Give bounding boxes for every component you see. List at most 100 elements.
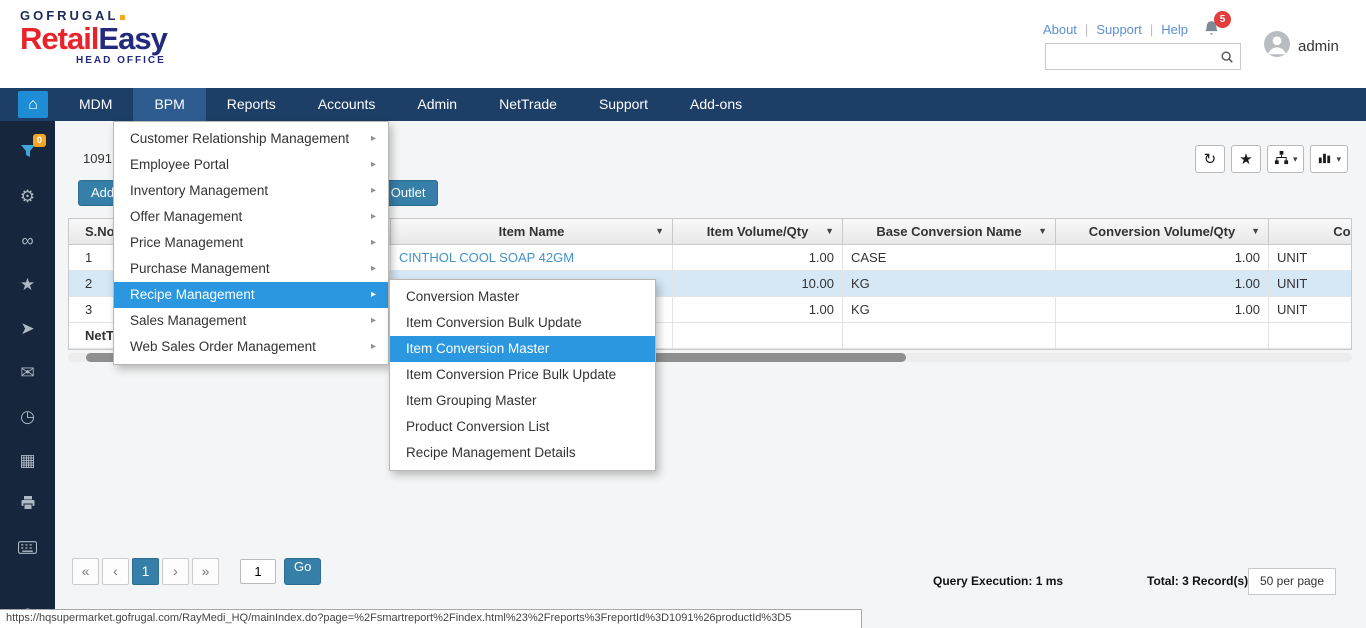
nav-item-accounts[interactable]: Accounts bbox=[297, 88, 397, 121]
table-cell: UNIT bbox=[1269, 271, 1351, 296]
sidebar-mail-button[interactable]: ✉ bbox=[0, 351, 55, 395]
home-button[interactable]: ⌂ bbox=[18, 91, 48, 118]
column-header-item-name[interactable]: Item Name ▼ bbox=[391, 219, 673, 244]
nav-item-mdm[interactable]: MDM bbox=[58, 88, 133, 121]
search-icon[interactable] bbox=[1220, 50, 1234, 69]
submenu-item-item-conversion-bulk-update[interactable]: Item Conversion Bulk Update bbox=[390, 310, 655, 336]
sidebar-star-button[interactable]: ★ bbox=[0, 263, 55, 307]
notification-bell[interactable]: 5 bbox=[1203, 11, 1231, 42]
column-filter-caret-icon[interactable]: ▼ bbox=[1038, 219, 1047, 244]
submenu-item-item-conversion-price-bulk-update[interactable]: Item Conversion Price Bulk Update bbox=[390, 362, 655, 388]
column-header-label: Base Conversion Name bbox=[876, 224, 1022, 239]
sidebar-gear-button[interactable]: ⚙ bbox=[0, 175, 55, 219]
refresh-icon: ↻ bbox=[1203, 151, 1217, 168]
submenu-item-recipe-management-details[interactable]: Recipe Management Details bbox=[390, 440, 655, 466]
sidebar-report-button[interactable]: ▦ bbox=[0, 439, 55, 483]
main-navbar: ⌂ MDM BPM Reports Accounts Admin NetTrade Supp… bbox=[0, 88, 1366, 121]
submenu-arrow-icon: ▸ bbox=[370, 185, 376, 196]
submenu-item-product-conversion-list[interactable]: Product Conversion List bbox=[390, 414, 655, 440]
goto-page-input[interactable] bbox=[240, 559, 276, 584]
page-1-button[interactable]: 1 bbox=[132, 558, 159, 585]
sidebar-keyboard-button[interactable] bbox=[0, 527, 55, 571]
net-total-cell bbox=[1269, 323, 1351, 348]
column-header-label: Item Name bbox=[498, 224, 565, 239]
product-part1: Retail bbox=[20, 21, 99, 56]
sidebar-link-button[interactable]: ∞ bbox=[0, 219, 55, 263]
global-search bbox=[1045, 43, 1241, 70]
menu-item-employee-portal[interactable]: Employee Portal ▸ bbox=[114, 152, 388, 178]
nav-item-nettrade[interactable]: NetTrade bbox=[478, 88, 578, 121]
chevron-down-icon: ▾ bbox=[1336, 153, 1341, 164]
nav-item-reports[interactable]: Reports bbox=[206, 88, 297, 121]
menu-item-customer-relationship-management[interactable]: Customer Relationship Management ▸ bbox=[114, 126, 388, 152]
refresh-button[interactable]: ↻ bbox=[1194, 145, 1225, 173]
column-header-conversion-name[interactable]: Conversion Name▼ bbox=[1269, 219, 1351, 244]
link-help[interactable]: Help bbox=[1161, 22, 1188, 37]
menu-item-recipe-management[interactable]: Recipe Management ▸ bbox=[114, 282, 388, 308]
link-about[interactable]: About bbox=[1043, 22, 1077, 37]
per-page-select[interactable]: 50 per page bbox=[1248, 568, 1336, 595]
submenu-arrow-icon: ▸ bbox=[370, 159, 376, 170]
table-cell: 10.00 bbox=[673, 271, 843, 296]
submenu-arrow-icon: ▸ bbox=[370, 211, 376, 222]
first-page-button[interactable]: « bbox=[72, 558, 99, 585]
head-office-label: HEAD OFFICE bbox=[76, 54, 166, 66]
column-filter-caret-icon[interactable]: ▼ bbox=[1251, 219, 1260, 244]
hierarchy-button[interactable]: ▾ bbox=[1266, 145, 1305, 173]
link-icon: ∞ bbox=[21, 231, 34, 250]
table-cell: KG bbox=[843, 297, 1056, 322]
chart-button[interactable]: ▾ bbox=[1310, 145, 1348, 173]
submenu-item-conversion-master[interactable]: Conversion Master bbox=[390, 284, 655, 310]
nav-item-add-ons[interactable]: Add-ons bbox=[669, 88, 763, 121]
favorite-button[interactable]: ★ bbox=[1230, 145, 1261, 173]
prev-page-button[interactable]: ‹ bbox=[102, 558, 129, 585]
column-header-label: Conversion Name bbox=[1333, 224, 1351, 239]
menu-item-price-management[interactable]: Price Management ▸ bbox=[114, 230, 388, 256]
last-page-button[interactable]: » bbox=[192, 558, 219, 585]
notification-badge: 5 bbox=[1214, 11, 1231, 28]
submenu-item-item-conversion-master[interactable]: Item Conversion Master bbox=[390, 336, 655, 362]
column-header-item-volume-qty[interactable]: Item Volume/Qty ▼ bbox=[673, 219, 843, 244]
link-support[interactable]: Support bbox=[1096, 22, 1142, 37]
column-filter-caret-icon[interactable]: ▼ bbox=[825, 219, 834, 244]
column-filter-caret-icon[interactable]: ▼ bbox=[655, 219, 664, 244]
menu-item-sales-management[interactable]: Sales Management ▸ bbox=[114, 308, 388, 334]
submenu-item-item-grouping-master-label: Item Grouping Master bbox=[406, 393, 537, 408]
nav-item-bpm[interactable]: BPM bbox=[133, 88, 206, 121]
column-header-conversion-volume-qty[interactable]: Conversion Volume/Qty ▼ bbox=[1056, 219, 1269, 244]
menu-item-inventory-management[interactable]: Inventory Management ▸ bbox=[114, 178, 388, 204]
submenu-arrow-icon: ▸ bbox=[370, 341, 376, 352]
sidebar-print-button[interactable] bbox=[0, 483, 55, 527]
next-page-button[interactable]: › bbox=[162, 558, 189, 585]
table-cell: 1.00 bbox=[673, 297, 843, 322]
submenu-arrow-icon: ▸ bbox=[370, 133, 376, 144]
search-input[interactable] bbox=[1046, 44, 1214, 69]
left-sidebar: 0⚙∞★➤✉◷▦ ? bbox=[0, 121, 55, 628]
sidebar-icons: 0 ⚙ ∞ ★ ➤ ✉ ◷ ▦ bbox=[0, 121, 55, 571]
column-header-base-conversion-name[interactable]: Base Conversion Name ▼ bbox=[843, 219, 1056, 244]
submenu-item-recipe-management-details-label: Recipe Management Details bbox=[406, 445, 576, 460]
user-menu[interactable]: admin bbox=[1264, 31, 1339, 61]
sidebar-clock-button[interactable]: ◷ bbox=[0, 395, 55, 439]
query-value: 1 ms bbox=[1035, 574, 1064, 588]
print-icon bbox=[20, 495, 36, 516]
item-link[interactable]: CINTHOL COOL SOAP 42GM bbox=[391, 245, 673, 270]
nav-item-support[interactable]: Support bbox=[578, 88, 669, 121]
keyboard-icon bbox=[18, 539, 37, 559]
gofrugal-logo: GOFRUGAL RetailEasy HEAD OFFICE bbox=[20, 8, 168, 66]
link-separator: | bbox=[1149, 22, 1154, 37]
net-total-cell bbox=[843, 323, 1056, 348]
submenu-arrow-icon: ▸ bbox=[370, 237, 376, 248]
sidebar-share-button[interactable]: ➤ bbox=[0, 307, 55, 351]
menu-item-offer-management[interactable]: Offer Management ▸ bbox=[114, 204, 388, 230]
net-total-cell bbox=[673, 323, 843, 348]
submenu-item-item-grouping-master[interactable]: Item Grouping Master bbox=[390, 388, 655, 414]
sidebar-filter-button[interactable]: 0 bbox=[0, 131, 55, 175]
menu-item-web-sales-order-management[interactable]: Web Sales Order Management ▸ bbox=[114, 334, 388, 360]
nav-item-admin[interactable]: Admin bbox=[396, 88, 478, 121]
total-label: Total: bbox=[1147, 574, 1179, 588]
menu-item-purchase-management[interactable]: Purchase Management ▸ bbox=[114, 256, 388, 282]
go-button[interactable]: Go bbox=[284, 558, 322, 585]
menu-item-employee-portal-label: Employee Portal bbox=[130, 157, 230, 172]
column-header-label: Item Volume/Qty bbox=[706, 224, 809, 239]
